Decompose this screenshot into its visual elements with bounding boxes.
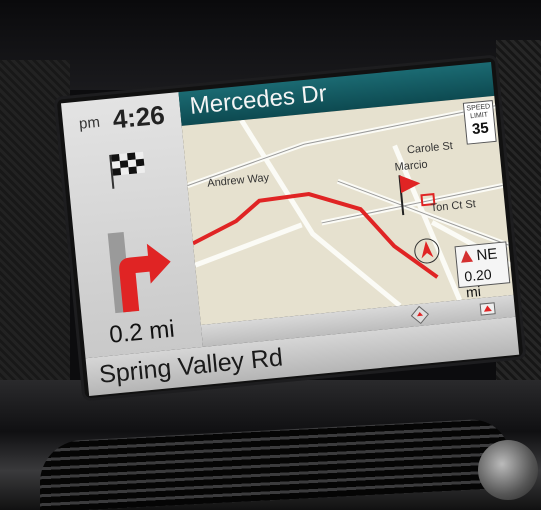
navigation-screen: pm 4:26 0.2 mi Mercedes Dr Andrew Way Ca… bbox=[56, 57, 524, 399]
map-view[interactable]: Andrew Way Carole St Marcio Ton Ct St SP… bbox=[181, 95, 514, 325]
speed-limit-sign: SPEED LIMIT 35 bbox=[462, 99, 497, 145]
heading-box: NE 0.20 mi bbox=[454, 241, 511, 300]
map-view-icon[interactable] bbox=[410, 305, 430, 325]
clock: 4:26 bbox=[111, 99, 167, 135]
heading: NE bbox=[475, 245, 499, 265]
turn-right-arrow-icon bbox=[107, 231, 171, 314]
distance-to-turn: 0.2 mi bbox=[108, 315, 176, 349]
time-period: pm bbox=[78, 113, 101, 133]
menu-icon[interactable] bbox=[478, 299, 498, 319]
photo-scene: pm 4:26 0.2 mi Mercedes Dr Andrew Way Ca… bbox=[0, 0, 541, 510]
route-line bbox=[192, 191, 439, 279]
north-arrow-icon bbox=[459, 249, 474, 263]
control-knob[interactable] bbox=[478, 440, 538, 500]
checkered-flag-icon bbox=[109, 151, 146, 189]
speed-limit-value: 35 bbox=[471, 119, 490, 139]
